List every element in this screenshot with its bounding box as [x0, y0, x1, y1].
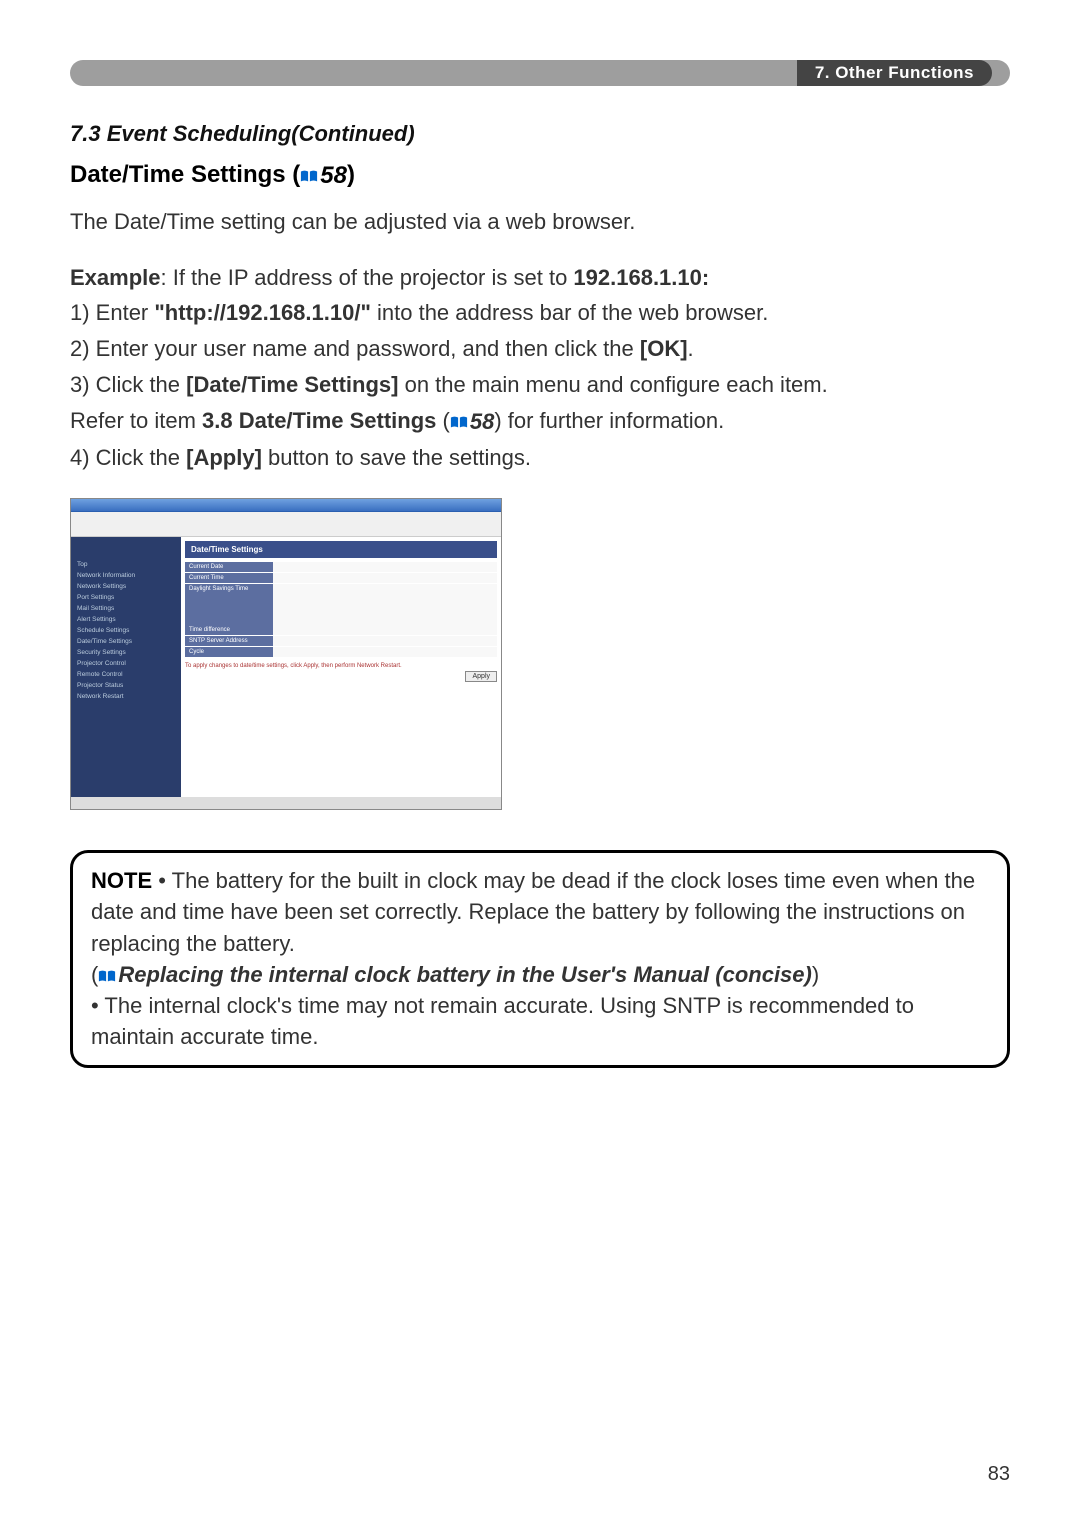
step3-ref-open: ( [436, 408, 449, 433]
step4b: button to save the settings. [262, 445, 531, 470]
book-ref: 58 [300, 162, 347, 190]
sidebar-item: Network Information [77, 572, 175, 579]
sidebar-item: Network Restart [77, 693, 175, 700]
sidebar-item: Schedule Settings [77, 627, 175, 634]
note-ref-text: Replacing the internal clock battery in … [118, 962, 812, 987]
ss-panel-title: Date/Time Settings [185, 541, 497, 558]
chapter-banner: 7. Other Functions [70, 60, 1010, 86]
example-label: Example [70, 265, 161, 290]
ss-row-label: Cycle [185, 647, 273, 657]
subheading-prefix: Date/Time Settings ( [70, 161, 300, 188]
chapter-text: 7. Other Functions [815, 63, 974, 83]
ss-row-label: Current Date [185, 562, 273, 572]
step2-btn: [OK] [640, 336, 688, 361]
ss-row-val [273, 636, 497, 646]
sidebar-item: Network Settings [77, 583, 175, 590]
subheading: Date/Time Settings ( 58 ) [70, 161, 1010, 190]
sidebar-item: Mail Settings [77, 605, 175, 612]
step1a: 1) Enter [70, 300, 154, 325]
step3b: on the main menu and configure each item… [398, 372, 827, 397]
intro-text: The Date/Time setting can be adjusted vi… [70, 206, 1010, 238]
note-box: NOTE • The battery for the built in cloc… [70, 850, 1010, 1067]
ss-row-val [273, 573, 497, 583]
ss-row-label: SNTP Server Address [185, 636, 273, 646]
sidebar-item: Port Settings [77, 594, 175, 601]
ss-apply-button: Apply [465, 671, 497, 682]
sidebar-item: Projector Control [77, 660, 175, 667]
step3-btn: [Date/Time Settings] [186, 372, 398, 397]
ss-toolbar [71, 512, 501, 537]
ss-row-label: Daylight Savings Time [185, 584, 273, 628]
example-cond: : If the IP address of the projector is … [161, 265, 574, 290]
sidebar-item: Alert Settings [77, 616, 175, 623]
step3a: 3) Click the [70, 372, 186, 397]
section-title: 7.3 Event Scheduling(Continued) [70, 121, 1010, 147]
ref-page-2: 58 [470, 406, 494, 438]
ss-row-label: Time difference [185, 625, 273, 635]
sidebar-item: Date/Time Settings [77, 638, 175, 645]
page-number: 83 [988, 1463, 1010, 1486]
sidebar-item: Remote Control [77, 671, 175, 678]
page: 7. Other Functions 7.3 Event Scheduling(… [0, 0, 1080, 1526]
book-ref-2: 58 [450, 406, 494, 438]
ss-hint: To apply changes to date/time settings, … [185, 663, 497, 669]
book-icon [98, 969, 116, 983]
chapter-label: 7. Other Functions [797, 60, 992, 86]
step4-btn: [Apply] [186, 445, 262, 470]
ss-footer [71, 797, 501, 809]
subheading-suffix: ) [347, 161, 355, 188]
book-icon [300, 169, 318, 183]
note-lead: NOTE [91, 868, 152, 893]
step1b: into the address bar of the web browser. [371, 300, 768, 325]
step3-ref-close: ) for further information. [494, 408, 724, 433]
note-p1: • The battery for the built in clock may… [91, 868, 975, 955]
step1-url: "http://192.168.1.10/" [154, 300, 371, 325]
example-block: Example: If the IP address of the projec… [70, 262, 1010, 475]
ss-body: Top Network Information Network Settings… [71, 537, 501, 799]
sidebar-item: Top [77, 561, 175, 568]
book-ref-3 [98, 969, 118, 983]
ss-sidebar: Top Network Information Network Settings… [71, 537, 181, 799]
ss-row-label: Current Time [185, 573, 273, 583]
step3-ref-a: Refer to item [70, 408, 202, 433]
ss-row-val [273, 625, 497, 635]
embedded-screenshot: Top Network Information Network Settings… [70, 498, 502, 810]
ss-main: Date/Time Settings Current Date Current … [181, 537, 501, 799]
step2b: . [688, 336, 694, 361]
ss-row-val [273, 647, 497, 657]
sidebar-item: Projector Status [77, 682, 175, 689]
step4a: 4) Click the [70, 445, 186, 470]
sidebar-item: Security Settings [77, 649, 175, 656]
example-ip: 192.168.1.10: [573, 265, 709, 290]
ss-row-val [273, 562, 497, 572]
ss-row-val [273, 584, 497, 628]
book-icon [450, 415, 468, 429]
note-ref-open: ( [91, 962, 98, 987]
ref-page: 58 [320, 162, 347, 190]
ss-titlebar [71, 499, 501, 512]
note-ref-close: ) [812, 962, 819, 987]
step3-ref-name: 3.8 Date/Time Settings [202, 408, 436, 433]
step2a: 2) Enter your user name and password, an… [70, 336, 640, 361]
note-p2: • The internal clock's time may not rema… [91, 993, 914, 1049]
